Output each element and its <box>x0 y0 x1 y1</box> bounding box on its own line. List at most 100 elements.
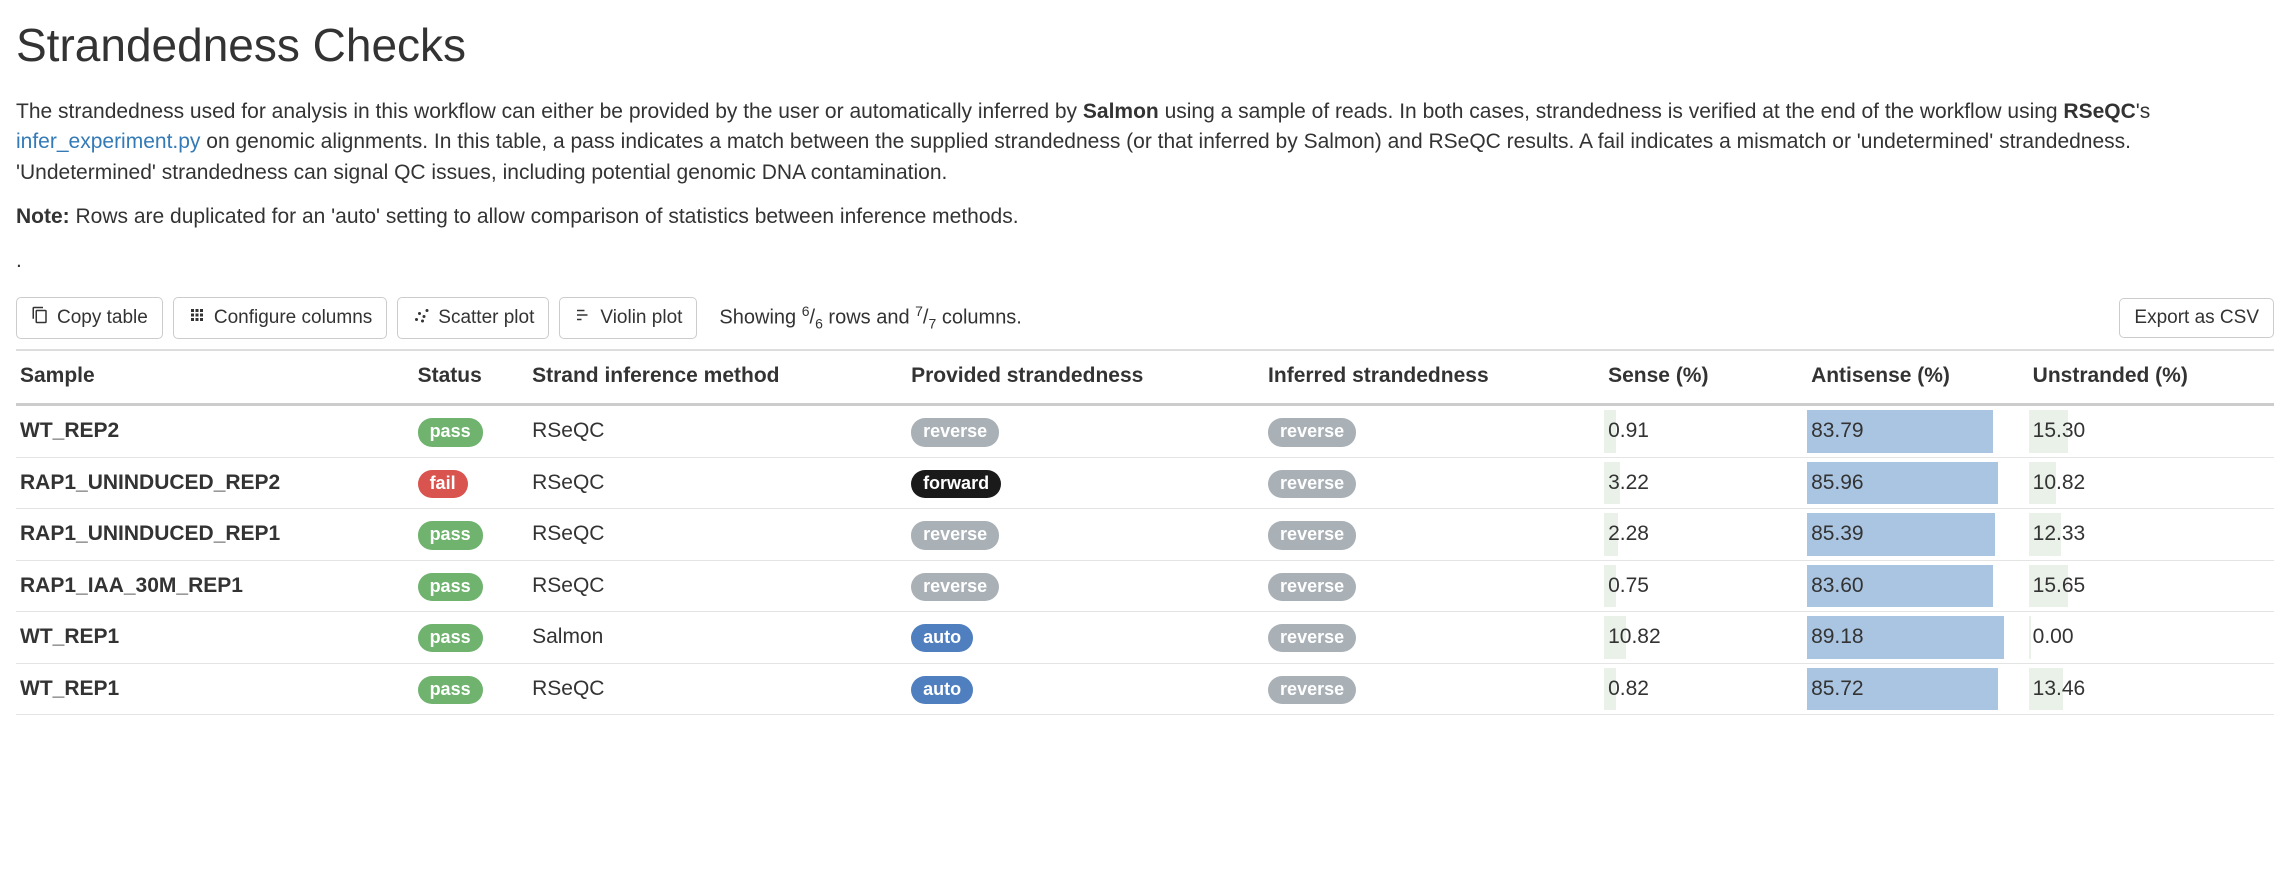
antisense-cell: 83.79 <box>1807 405 2029 457</box>
col-antisense[interactable]: Antisense (%) <box>1807 350 2029 405</box>
col-status[interactable]: Status <box>414 350 529 405</box>
strandedness-table: Sample Status Strand inference method Pr… <box>16 349 2274 715</box>
copy-table-button[interactable]: Copy table <box>16 297 163 339</box>
status-cell: pass <box>414 405 529 457</box>
antisense-value: 83.60 <box>1811 574 1864 597</box>
unstranded-value: 12.33 <box>2033 522 2086 545</box>
status-cell: pass <box>414 663 529 714</box>
status-cell: pass <box>414 560 529 611</box>
sense-value: 10.82 <box>1608 625 1661 648</box>
col-provided[interactable]: Provided strandedness <box>907 350 1264 405</box>
scatter-icon <box>412 306 430 330</box>
sense-value: 3.22 <box>1608 471 1649 494</box>
copy-icon <box>31 306 49 330</box>
sense-cell: 0.82 <box>1604 663 1807 714</box>
unstranded-cell: 15.65 <box>2029 560 2274 611</box>
sample-cell: WT_REP2 <box>16 405 414 457</box>
provided-badge: auto <box>911 676 973 704</box>
method-cell: RSeQC <box>528 405 907 457</box>
provided-cell: reverse <box>907 405 1264 457</box>
unstranded-cell: 15.30 <box>2029 405 2274 457</box>
scatter-plot-button[interactable]: Scatter plot <box>397 297 549 339</box>
inferred-cell: reverse <box>1264 663 1604 714</box>
sense-cell: 0.91 <box>1604 405 1807 457</box>
sense-cell: 10.82 <box>1604 612 1807 663</box>
col-unstranded[interactable]: Unstranded (%) <box>2029 350 2274 405</box>
unstranded-value: 13.46 <box>2033 677 2086 700</box>
col-inferred[interactable]: Inferred strandedness <box>1264 350 1604 405</box>
violin-icon <box>574 306 592 330</box>
provided-badge: auto <box>911 624 973 652</box>
method-cell: Salmon <box>528 612 907 663</box>
unstranded-value: 10.82 <box>2033 471 2086 494</box>
status-badge: pass <box>418 573 483 601</box>
status-badge: fail <box>418 470 468 498</box>
status-badge: pass <box>418 418 483 446</box>
status-badge: pass <box>418 624 483 652</box>
grid-icon <box>188 306 206 330</box>
unstranded-cell: 10.82 <box>2029 457 2274 508</box>
provided-badge: reverse <box>911 521 999 549</box>
table-row: WT_REP2passRSeQCreversereverse0.9183.791… <box>16 405 2274 457</box>
inferred-cell: reverse <box>1264 560 1604 611</box>
sample-cell: WT_REP1 <box>16 663 414 714</box>
provided-cell: auto <box>907 612 1264 663</box>
intro-paragraph: The strandedness used for analysis in th… <box>16 97 2274 188</box>
status-badge: pass <box>418 521 483 549</box>
salmon-name: Salmon <box>1083 100 1159 123</box>
antisense-cell: 85.96 <box>1807 457 2029 508</box>
configure-columns-button[interactable]: Configure columns <box>173 297 387 339</box>
provided-badge: forward <box>911 470 1001 498</box>
export-csv-button[interactable]: Export as CSV <box>2119 298 2274 338</box>
antisense-value: 83.79 <box>1811 419 1864 442</box>
inferred-badge: reverse <box>1268 418 1356 446</box>
unstranded-value: 0.00 <box>2033 625 2074 648</box>
sense-value: 0.82 <box>1608 677 1649 700</box>
infer-experiment-link[interactable]: infer_experiment.py <box>16 130 200 153</box>
rseqc-name: RSeQC <box>2063 100 2135 123</box>
antisense-cell: 85.72 <box>1807 663 2029 714</box>
inferred-badge: reverse <box>1268 676 1356 704</box>
sense-cell: 2.28 <box>1604 509 1807 560</box>
page-title: Strandedness Checks <box>16 12 2274 79</box>
col-sense[interactable]: Sense (%) <box>1604 350 1807 405</box>
sample-cell: RAP1_UNINDUCED_REP2 <box>16 457 414 508</box>
col-sample[interactable]: Sample <box>16 350 414 405</box>
antisense-value: 85.96 <box>1811 471 1864 494</box>
unstranded-cell: 13.46 <box>2029 663 2274 714</box>
provided-cell: auto <box>907 663 1264 714</box>
antisense-value: 85.72 <box>1811 677 1864 700</box>
col-method[interactable]: Strand inference method <box>528 350 907 405</box>
status-cell: pass <box>414 612 529 663</box>
value-bar <box>2029 616 2031 658</box>
table-toolbar: Copy table Configure columns Scatter plo… <box>16 297 2274 339</box>
unstranded-value: 15.65 <box>2033 574 2086 597</box>
table-row: RAP1_UNINDUCED_REP1passRSeQCreverserever… <box>16 509 2274 560</box>
sample-cell: RAP1_IAA_30M_REP1 <box>16 560 414 611</box>
sample-cell: WT_REP1 <box>16 612 414 663</box>
status-badge: pass <box>418 676 483 704</box>
antisense-cell: 89.18 <box>1807 612 2029 663</box>
status-cell: pass <box>414 509 529 560</box>
provided-cell: reverse <box>907 509 1264 560</box>
method-cell: RSeQC <box>528 457 907 508</box>
antisense-value: 85.39 <box>1811 522 1864 545</box>
unstranded-cell: 0.00 <box>2029 612 2274 663</box>
antisense-cell: 83.60 <box>1807 560 2029 611</box>
table-row: WT_REP1passRSeQCautoreverse0.8285.7213.4… <box>16 663 2274 714</box>
sense-value: 0.75 <box>1608 574 1649 597</box>
provided-badge: reverse <box>911 418 999 446</box>
antisense-cell: 85.39 <box>1807 509 2029 560</box>
violin-plot-button[interactable]: Violin plot <box>559 297 697 339</box>
sense-cell: 3.22 <box>1604 457 1807 508</box>
method-cell: RSeQC <box>528 509 907 560</box>
inferred-cell: reverse <box>1264 457 1604 508</box>
status-cell: fail <box>414 457 529 508</box>
antisense-value: 89.18 <box>1811 625 1864 648</box>
table-row: WT_REP1passSalmonautoreverse10.8289.180.… <box>16 612 2274 663</box>
note-label: Note: <box>16 205 70 228</box>
showing-summary: Showing 6/6 rows and 7/7 columns. <box>719 301 1021 334</box>
sample-cell: RAP1_UNINDUCED_REP1 <box>16 509 414 560</box>
sense-cell: 0.75 <box>1604 560 1807 611</box>
provided-cell: reverse <box>907 560 1264 611</box>
